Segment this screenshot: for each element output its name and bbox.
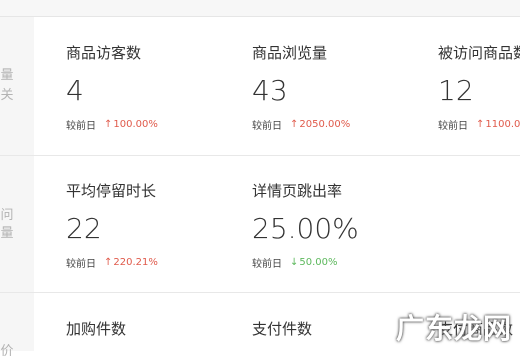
compare-label: 较前日 [252, 121, 282, 132]
metric-add-to-cart[interactable]: 加购件数 [66, 318, 126, 339]
sidebar-label-char: 量 [0, 226, 14, 241]
change-percent: 1100.00% [485, 119, 520, 130]
metric-title: 平均停留时长 [66, 182, 157, 200]
metric-paid-items[interactable]: 支付件数 [252, 318, 312, 339]
metric-product-pageviews[interactable]: 商品浏览量 43 较前日 ↑ 2050.00% [252, 42, 350, 132]
metric-title: 商品浏览量 [252, 44, 328, 62]
sidebar-label-char: 关 [0, 88, 14, 103]
arrow-down-icon: ↓ [290, 257, 299, 268]
metric-value: 22 [66, 212, 102, 245]
sidebar-label-char: 量 [0, 68, 14, 83]
compare-label: 较前日 [252, 259, 282, 270]
change-percent: 220.21% [113, 257, 158, 268]
arrow-up-icon: ↑ [476, 119, 485, 130]
metric-value: 25.00% [252, 212, 359, 245]
compare-label: 较前日 [438, 121, 468, 132]
watermark-logo: 广东龙网 [395, 312, 512, 345]
change-percent: 2050.00% [299, 119, 351, 130]
top-header-bar [0, 0, 520, 17]
metric-title: 详情页跳出率 [252, 182, 343, 200]
metric-value: 12 [438, 74, 474, 107]
compare-label: 较前日 [66, 121, 96, 132]
arrow-up-icon: ↑ [104, 257, 113, 268]
metric-title: 商品访客数 [66, 44, 142, 62]
arrow-up-icon: ↑ [290, 119, 299, 130]
metric-comparison: 较前日 ↑ 2050.00% [252, 117, 350, 132]
metric-comparison: 较前日 ↑ 1100.00% [438, 117, 520, 132]
metric-comparison: 较前日 ↑ 100.00% [66, 117, 158, 132]
section-divider [0, 292, 520, 293]
metric-avg-stay-time[interactable]: 平均停留时长 22 较前日 ↑ 220.21% [66, 180, 158, 270]
change-percent: 50.00% [299, 257, 338, 268]
metric-title: 被访问商品数 [438, 44, 520, 62]
sidebar-group-labels: 量 关 问 量 价 [0, 17, 34, 359]
metric-title: 支付件数 [252, 320, 313, 338]
metric-value: 4 [66, 74, 84, 107]
metric-bounce-rate[interactable]: 详情页跳出率 25.00% 较前日 ↓ 50.00% [252, 180, 359, 270]
sidebar-label-char: 问 [0, 208, 14, 223]
metric-comparison: 较前日 ↓ 50.00% [252, 255, 359, 270]
change-percent: 100.00% [113, 119, 158, 130]
section-divider [0, 155, 520, 156]
metric-product-visitors[interactable]: 商品访客数 4 较前日 ↑ 100.00% [66, 42, 158, 132]
metric-visited-goods[interactable]: 被访问商品数 12 较前日 ↑ 1100.00% [438, 42, 520, 132]
metric-title: 加购件数 [66, 320, 127, 338]
compare-label: 较前日 [66, 259, 96, 270]
metric-comparison: 较前日 ↑ 220.21% [66, 255, 158, 270]
metric-value: 43 [252, 74, 288, 107]
sidebar-label-char: 价 [0, 344, 14, 359]
arrow-up-icon: ↑ [104, 119, 113, 130]
